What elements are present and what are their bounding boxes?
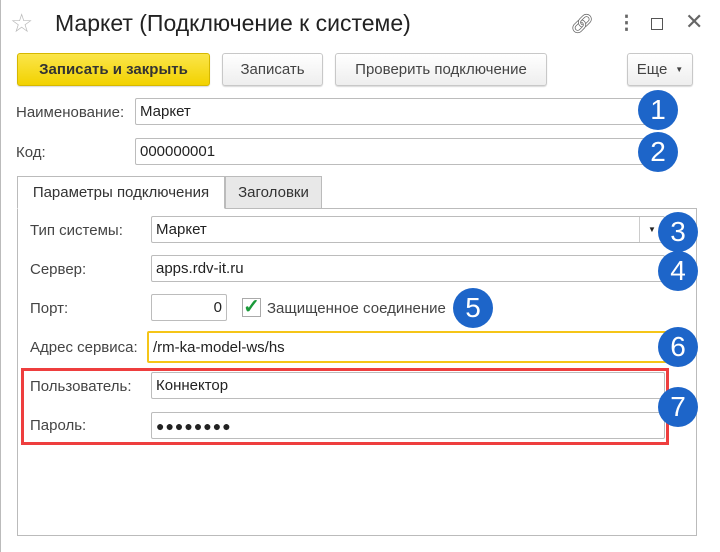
more-button[interactable]: Еще ▼ (627, 53, 693, 86)
close-icon[interactable]: ✕ (685, 9, 703, 35)
window-title: Маркет (Подключение к системе) (55, 10, 411, 36)
callout-badge-3: 3 (658, 212, 698, 252)
chevron-down-icon: ▼ (675, 65, 684, 74)
more-menu-icon[interactable]: ⋮ (617, 12, 636, 35)
server-label: Сервер: (30, 261, 87, 278)
code-label: Код: (16, 144, 46, 161)
user-input[interactable]: Коннектор (151, 372, 665, 399)
server-input[interactable]: apps.rdv-it.ru (151, 255, 665, 282)
secure-connection-checkbox[interactable]: ✓ (242, 297, 261, 317)
favorite-star-icon[interactable]: ☆ (10, 8, 33, 39)
check-connection-button[interactable]: Проверить подключение (335, 53, 547, 86)
password-input[interactable]: ●●●●●●●● (151, 412, 665, 439)
link-icon[interactable]: 🔗︎ (570, 12, 594, 36)
tab-connection-params[interactable]: Параметры подключения (17, 176, 225, 209)
service-address-input[interactable]: /rm-ka-model-ws/hs (147, 331, 668, 363)
callout-badge-7: 7 (658, 387, 698, 427)
callout-badge-1: 1 (638, 90, 678, 130)
password-label: Пароль: (30, 417, 87, 434)
code-input[interactable]: 000000001 (135, 138, 650, 165)
callout-badge-6: 6 (658, 327, 698, 367)
user-label: Пользователь: (30, 378, 132, 395)
system-type-value: Маркет (156, 221, 207, 238)
port-label: Порт: (30, 300, 69, 317)
system-type-select[interactable]: Маркет ▼ (151, 216, 665, 243)
callout-badge-4: 4 (658, 251, 698, 291)
tab-headers[interactable]: Заголовки (225, 176, 322, 209)
save-button[interactable]: Записать (222, 53, 323, 86)
port-input[interactable]: 0 (151, 294, 227, 321)
secure-connection-label: Защищенное соединение (267, 300, 446, 317)
service-address-label: Адрес сервиса: (30, 339, 138, 356)
callout-badge-5: 5 (453, 288, 493, 328)
more-label: Еще (636, 61, 668, 78)
name-input[interactable]: Маркет (135, 98, 650, 125)
callout-badge-2: 2 (638, 132, 678, 172)
save-and-close-button[interactable]: Записать и закрыть (17, 53, 210, 86)
system-type-label: Тип системы: (30, 222, 123, 239)
maximize-icon[interactable] (651, 18, 663, 30)
name-label: Наименование: (16, 104, 125, 121)
